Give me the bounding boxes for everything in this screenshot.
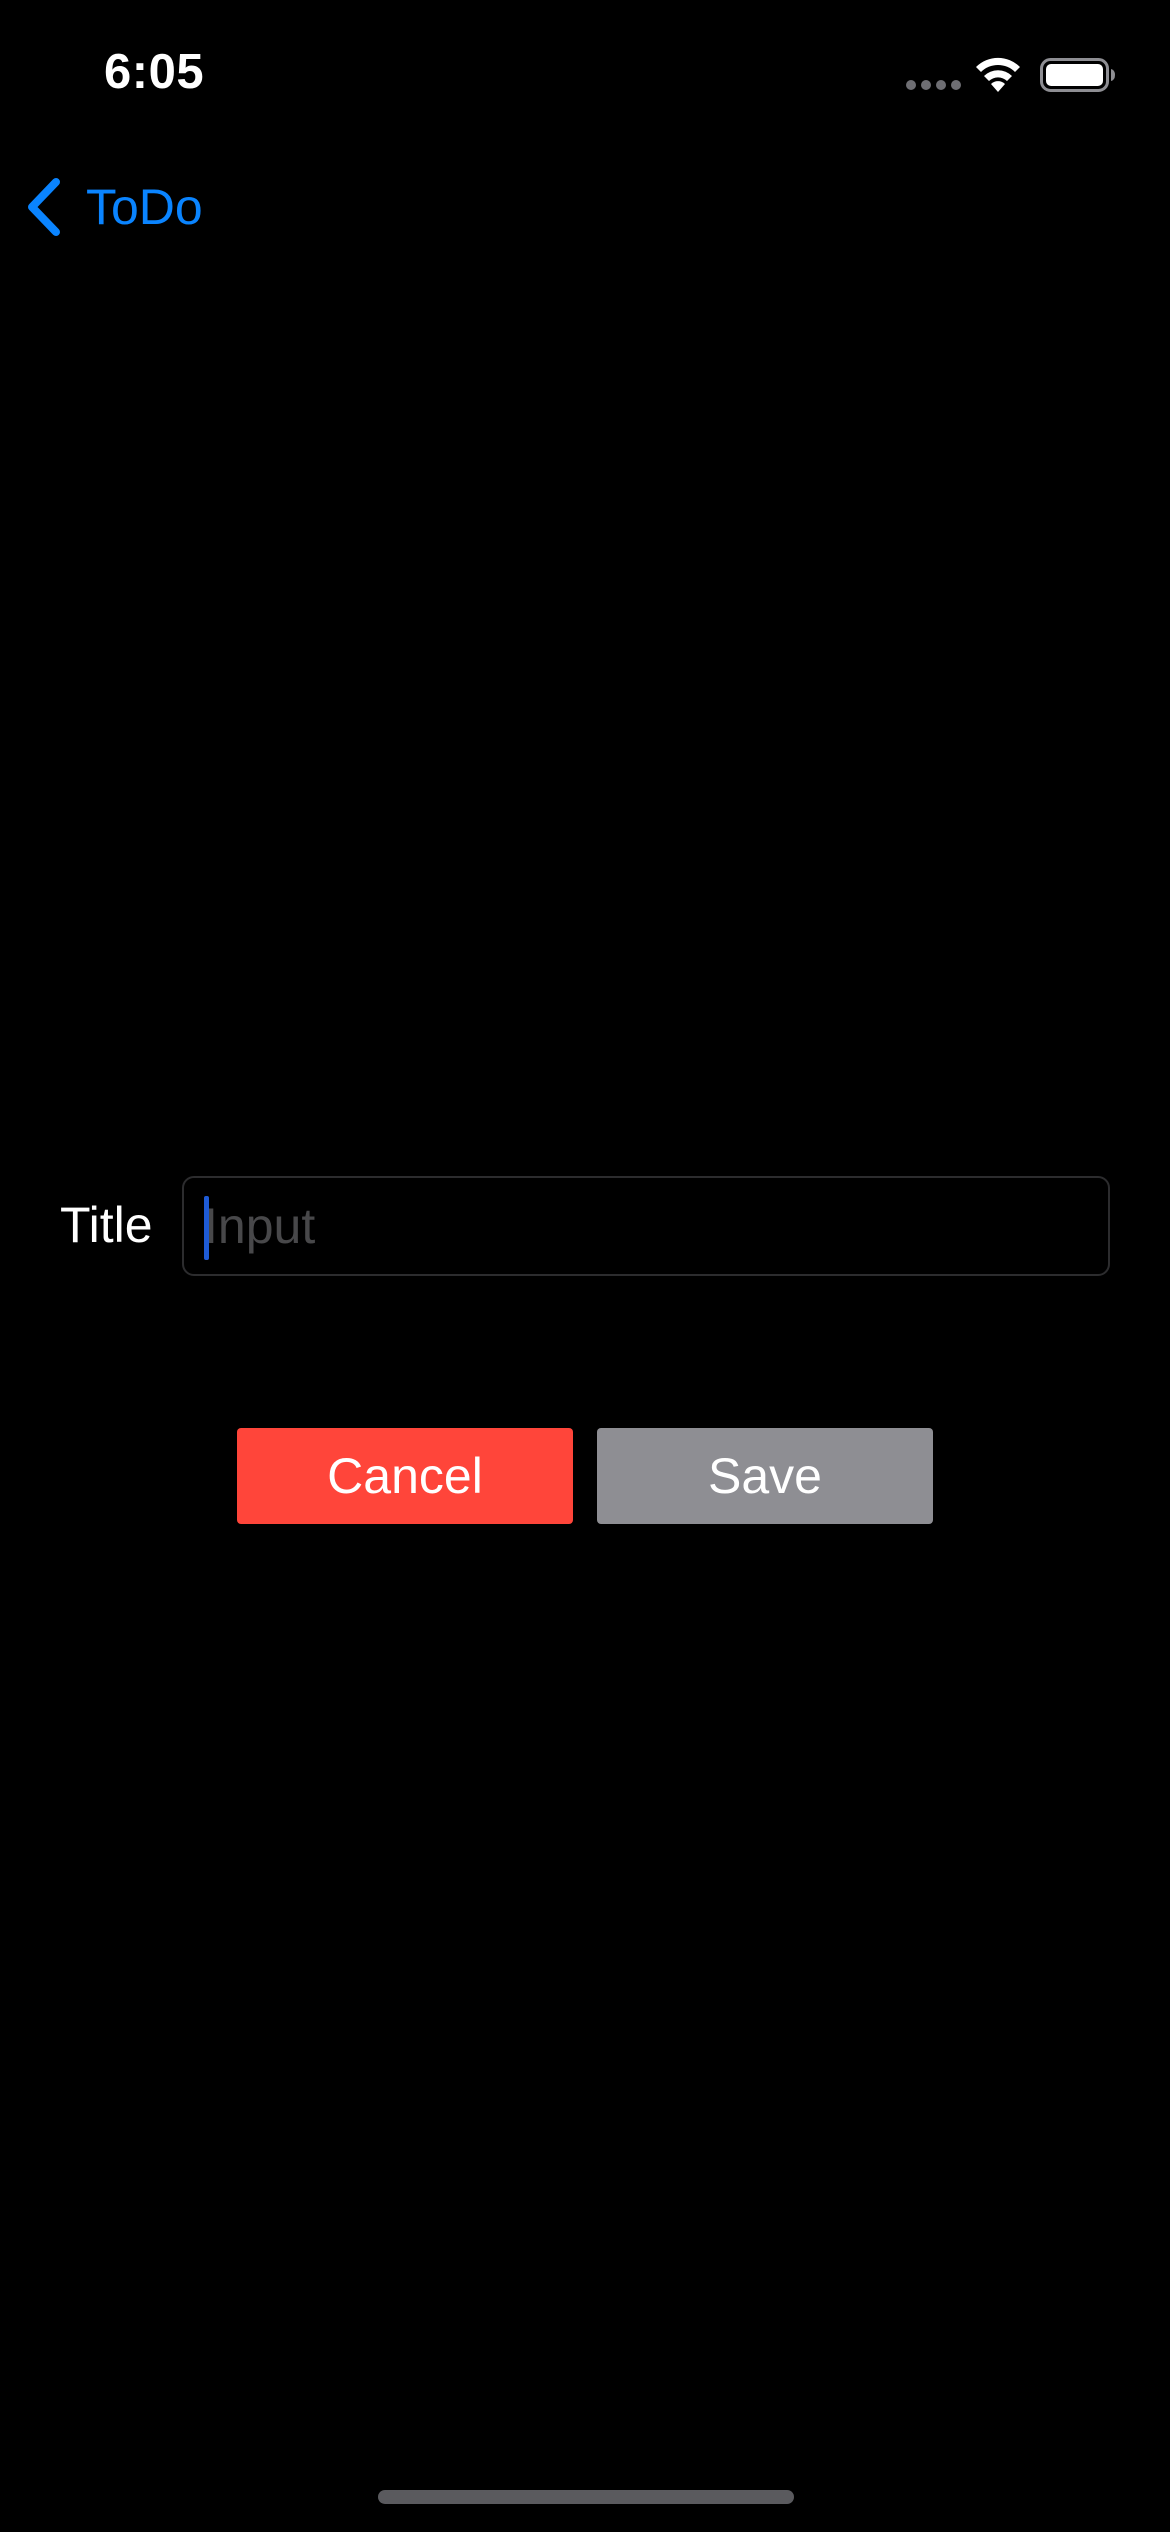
title-label: Title (60, 1197, 153, 1253)
save-button[interactable]: Save (597, 1428, 933, 1524)
back-button[interactable]: ToDo (22, 170, 203, 244)
text-cursor (204, 1196, 209, 1260)
wifi-icon (976, 57, 1020, 92)
battery-full-icon (1040, 58, 1115, 92)
status-time: 6:05 (104, 45, 205, 99)
back-label: ToDo (86, 179, 203, 235)
cellular-dots-icon (906, 80, 962, 92)
home-indicator[interactable] (378, 2490, 794, 2504)
status-bar: 6:05 (0, 0, 1170, 150)
cancel-button[interactable]: Cancel (237, 1428, 573, 1524)
title-input[interactable] (184, 1178, 1108, 1274)
chevron-left-icon (28, 178, 60, 236)
title-input-container (182, 1176, 1110, 1276)
